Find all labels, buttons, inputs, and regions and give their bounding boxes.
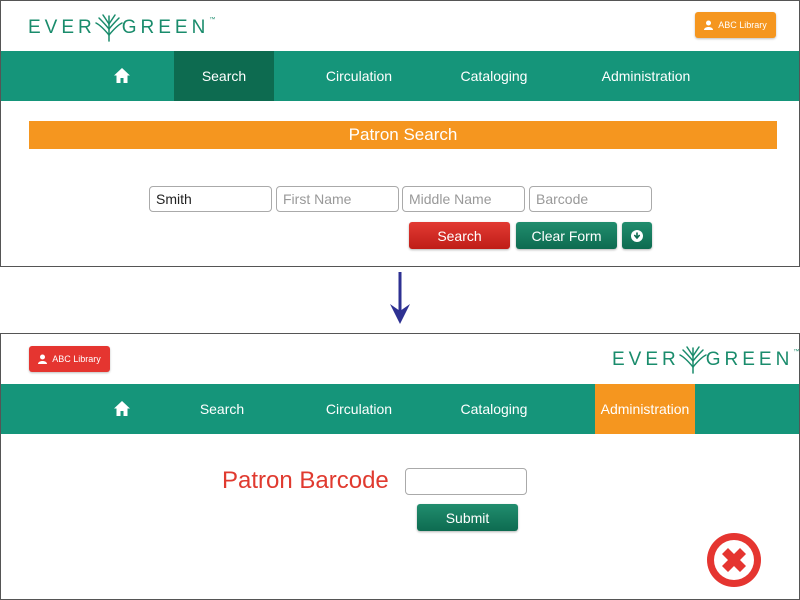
patron-search-banner: Patron Search	[29, 121, 777, 149]
nav-circulation[interactable]: Circulation	[309, 51, 409, 101]
screen-patron-search: EVER GREEN ™ ABC Library Search Circulat…	[0, 0, 800, 267]
nav-circulation[interactable]: Circulation	[309, 384, 409, 434]
last-name-field[interactable]	[149, 186, 272, 212]
library-button[interactable]: ABC Library	[695, 12, 776, 38]
nav-search[interactable]: Search	[172, 384, 272, 434]
user-icon	[38, 354, 48, 364]
main-nav: Search Circulation Cataloging Administra…	[1, 384, 799, 434]
middle-name-field[interactable]	[402, 186, 525, 212]
submit-button[interactable]: Submit	[417, 504, 518, 531]
arrow-down-icon	[390, 272, 410, 324]
nav-cataloging[interactable]: Cataloging	[444, 51, 544, 101]
arrow-circle-down-icon	[631, 229, 643, 242]
main-nav: Search Circulation Cataloging Administra…	[1, 51, 799, 101]
leaf-icon	[679, 346, 707, 374]
evergreen-logo: EVER GREEN ™	[28, 13, 215, 43]
x-mark-icon	[707, 533, 761, 587]
home-icon[interactable]	[113, 400, 131, 417]
nav-search[interactable]: Search	[174, 51, 274, 101]
evergreen-logo: EVER GREEN ™	[612, 345, 799, 375]
user-icon	[704, 20, 714, 30]
screen-patron-barcode: ABC Library EVER GREEN ™ Search Circulat…	[0, 333, 800, 600]
clear-form-button[interactable]: Clear Form	[516, 222, 617, 249]
leaf-icon	[95, 14, 123, 42]
patron-barcode-label: Patron Barcode	[222, 467, 389, 494]
nav-administration[interactable]: Administration	[591, 51, 701, 101]
patron-barcode-field[interactable]	[405, 468, 527, 495]
home-icon[interactable]	[113, 67, 131, 84]
first-name-field[interactable]	[276, 186, 399, 212]
nav-cataloging[interactable]: Cataloging	[444, 384, 544, 434]
nav-administration[interactable]: Administration	[595, 384, 695, 434]
search-button[interactable]: Search	[409, 222, 510, 249]
library-button[interactable]: ABC Library	[29, 346, 110, 372]
advanced-toggle-button[interactable]	[622, 222, 652, 249]
barcode-field[interactable]	[529, 186, 652, 212]
